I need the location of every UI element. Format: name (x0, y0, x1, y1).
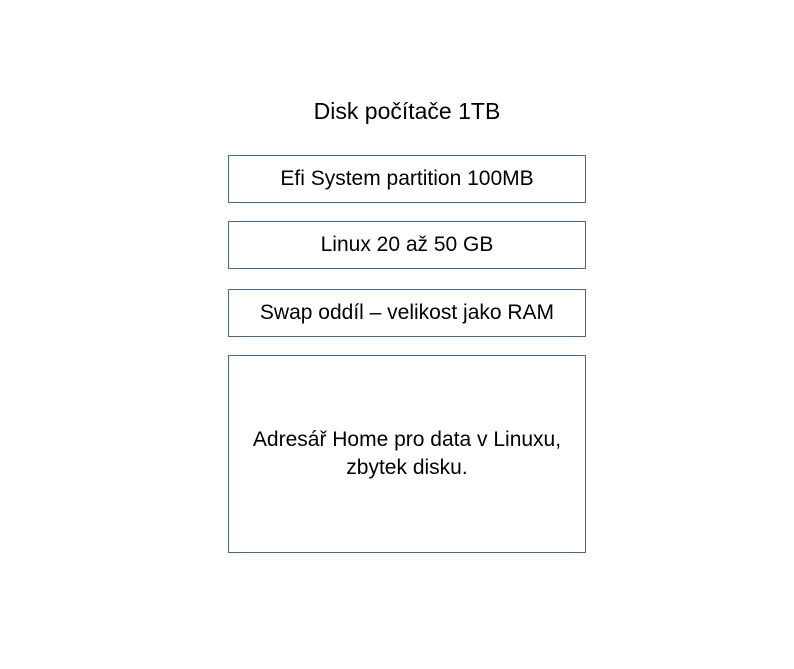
partition-label: Swap oddíl – velikost jako RAM (260, 301, 554, 325)
partition-swap: Swap oddíl – velikost jako RAM (228, 289, 586, 337)
partition-label: Adresář Home pro data v Linuxu, zbytek d… (239, 426, 575, 483)
diagram-title: Disk počítače 1TB (228, 98, 586, 125)
disk-diagram: Disk počítače 1TB Efi System partition 1… (228, 98, 586, 553)
partition-label: Linux 20 až 50 GB (321, 233, 494, 257)
partition-linux: Linux 20 až 50 GB (228, 221, 586, 269)
partition-label: Efi System partition 100MB (280, 167, 533, 191)
partition-home: Adresář Home pro data v Linuxu, zbytek d… (228, 355, 586, 553)
partition-efi: Efi System partition 100MB (228, 155, 586, 203)
